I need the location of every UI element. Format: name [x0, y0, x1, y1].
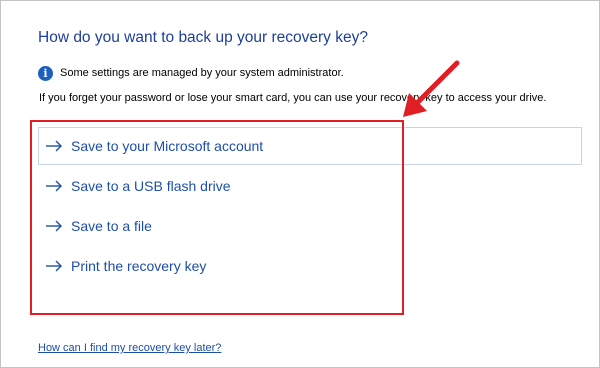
option-label: Print the recovery key	[71, 258, 207, 274]
option-save-microsoft-account[interactable]: Save to your Microsoft account	[38, 127, 582, 165]
backup-options-list: Save to your Microsoft account Save to a…	[38, 127, 582, 287]
arrow-right-icon	[46, 260, 62, 272]
arrow-right-icon	[46, 140, 62, 152]
arrow-right-icon	[46, 180, 62, 192]
option-print-recovery-key[interactable]: Print the recovery key	[38, 247, 582, 285]
option-label: Save to a file	[71, 218, 152, 234]
backup-recovery-key-dialog: How do you want to back up your recovery…	[0, 0, 600, 368]
arrow-right-icon	[46, 220, 62, 232]
option-label: Save to a USB flash drive	[71, 178, 231, 194]
info-icon: i	[38, 65, 53, 81]
admin-info-text: Some settings are managed by your system…	[60, 67, 344, 79]
option-save-usb-flash-drive[interactable]: Save to a USB flash drive	[38, 167, 582, 205]
help-link-find-recovery-key[interactable]: How can I find my recovery key later?	[38, 342, 221, 354]
annotation-arrow-icon	[403, 60, 460, 117]
admin-info-row: i Some settings are managed by your syst…	[38, 65, 344, 81]
recovery-key-description: If you forget your password or lose your…	[39, 92, 547, 104]
option-label: Save to your Microsoft account	[71, 138, 264, 154]
dialog-title: How do you want to back up your recovery…	[38, 29, 368, 46]
option-save-to-file[interactable]: Save to a file	[38, 207, 582, 245]
